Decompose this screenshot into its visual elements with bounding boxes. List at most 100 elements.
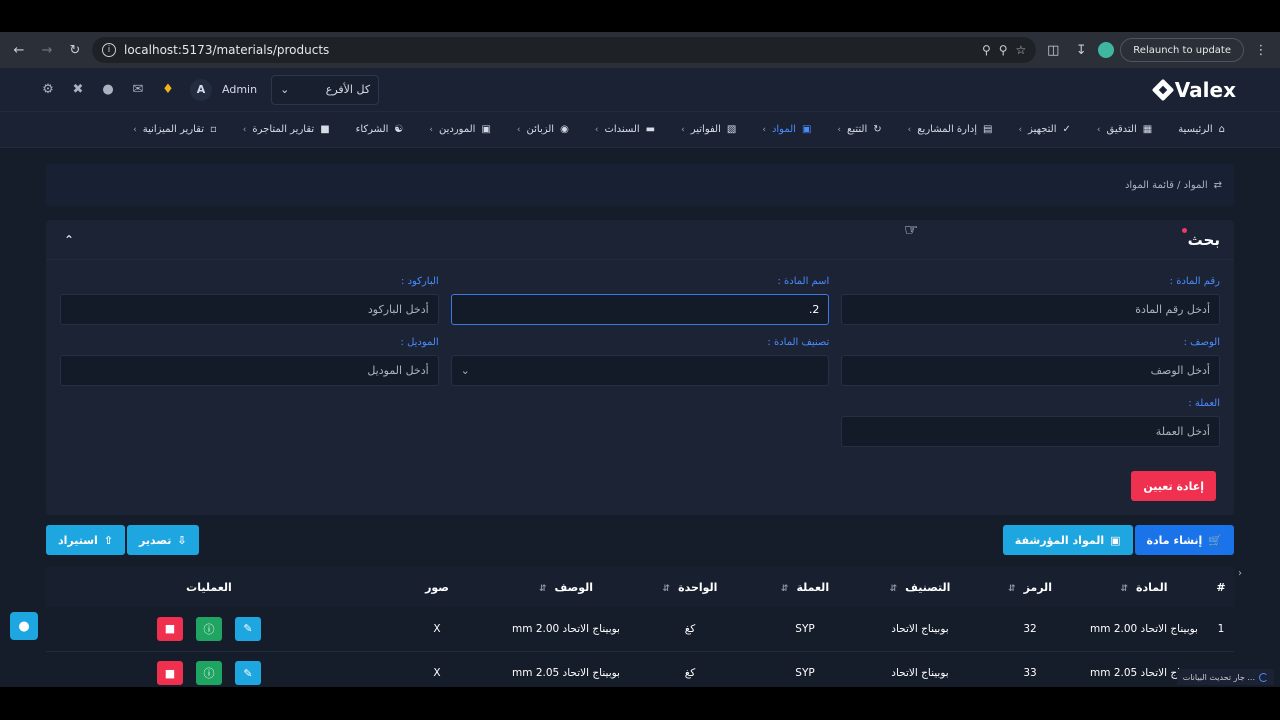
description-input[interactable]: أدخل الوصف (841, 355, 1220, 386)
relaunch-button[interactable]: Relaunch to update (1120, 38, 1244, 62)
nav-label: السندات (604, 124, 640, 135)
nav-item-invoices[interactable]: ▧ الفواتير ‹ (668, 124, 749, 135)
archived-label: المواد المؤرشفة (1014, 533, 1105, 547)
extensions-icon[interactable]: ◫ (1042, 43, 1064, 58)
avatar: A (190, 78, 212, 101)
nav-item-suppliers[interactable]: ▣ الموردين ‹ (416, 124, 504, 135)
reload-icon[interactable]: ↻ (64, 39, 86, 61)
nav-item-materials[interactable]: ▣ المواد ‹ (749, 124, 824, 135)
cell-description: بوبيناج الاتحاد 2.00 mm (502, 607, 630, 652)
row-actions: ■ ⓘ ✎ (157, 616, 261, 641)
nav-item-customers[interactable]: ◉ الزبائن ‹ (504, 124, 582, 135)
nav-item-partners[interactable]: ☯ الشركاء (343, 124, 417, 135)
export-button[interactable]: تصدير ⇩ (127, 525, 199, 555)
create-label: إنشاء مادة (1146, 533, 1203, 547)
search-card: ⌃ بحث رقم المادة : أدخل رقم المادة اسم ا… (46, 220, 1234, 515)
col-material[interactable]: المادة ⇵ (1080, 567, 1208, 607)
nav-label: التدقيق (1106, 124, 1137, 135)
field-model: الموديل : أدخل الموديل (60, 337, 439, 386)
col-code[interactable]: الرمز ⇵ (980, 567, 1080, 607)
mouse-cursor-icon: ☞ (904, 220, 919, 239)
nav-label: المواد (771, 124, 796, 135)
logo[interactable]: Valex (1151, 78, 1236, 102)
col-currency[interactable]: العملة ⇵ (750, 567, 860, 607)
details-button[interactable]: ⓘ (196, 616, 222, 641)
col-num: # (1208, 567, 1234, 607)
col-description[interactable]: الوصف ⇵ (502, 567, 630, 607)
search-form: رقم المادة : أدخل رقم المادة اسم المادة … (46, 260, 1234, 459)
sort-icon: ⇵ (780, 583, 789, 594)
invoices-icon: ▧ (726, 124, 737, 135)
reset-row: إعادة تعيين (46, 459, 1234, 515)
reset-button[interactable]: إعادة تعيين (1131, 471, 1216, 501)
edit-icon: ✎ (243, 666, 253, 680)
password-key-icon[interactable]: ⚲ (982, 43, 991, 57)
scroll-right-icon[interactable]: › (1238, 568, 1242, 579)
chevron-icon: ‹ (242, 124, 247, 135)
check-icon: ✓ (1062, 124, 1071, 135)
menu-kebab-icon[interactable]: ⋮ (1250, 43, 1272, 58)
create-material-button[interactable]: إنشاء مادة 🛒 (1134, 525, 1234, 555)
fullscreen-icon[interactable]: ✖ (70, 82, 86, 97)
status-toast: جار تحديث البيانات ... (1176, 669, 1274, 685)
nav-item-vouchers[interactable]: ▬ السندات ‹ (582, 124, 668, 135)
nav-item-budget-reports[interactable]: ▫ تقارير الميزانية ‹ (120, 124, 230, 135)
field-label: اسم المادة : (777, 276, 830, 287)
nav-item-prep[interactable]: ✓ التجهيز ‹ (1005, 124, 1083, 135)
user-menu[interactable]: A Admin (190, 78, 258, 101)
table-row[interactable]: 1 بوبيناج الاتحاد 2.00 mm 32 بوبيناج الا… (46, 607, 1234, 652)
archive-icon: ▣ (1110, 533, 1121, 547)
field-label: العملة : (1188, 398, 1220, 409)
nav-item-audit[interactable]: ▦ التدقيق ‹ (1084, 124, 1165, 135)
chevron-up-icon[interactable]: ⌃ (64, 233, 74, 247)
cell-currency: SYP (750, 651, 860, 687)
col-category[interactable]: التصنيف ⇵ (860, 567, 980, 607)
nav-item-trading-reports[interactable]: ■ تقارير المتاجرة ‹ (230, 124, 343, 135)
back-icon[interactable]: ← (8, 39, 30, 61)
chevron-icon: ‹ (907, 124, 912, 135)
profile-avatar-icon[interactable] (1098, 42, 1115, 58)
nav-item-projects[interactable]: ▤ إدارة المشاريع ‹ (895, 124, 1006, 135)
chevron-icon: ‹ (133, 124, 137, 135)
barcode-input[interactable]: أدخل الباركود (60, 294, 439, 325)
details-button[interactable]: ⓘ (196, 661, 222, 685)
branch-select[interactable]: ⌄ كل الأفرع (271, 74, 380, 105)
delete-button[interactable]: ■ (157, 616, 183, 641)
chat-icon[interactable]: ● (100, 82, 116, 97)
category-select[interactable]: ⌄ (450, 355, 830, 386)
logo-diamond-icon (1151, 78, 1175, 101)
zoom-icon[interactable]: ⚲ (999, 43, 1008, 57)
budget-reports-icon: ▫ (209, 124, 217, 135)
nav-label: الرئيسية (1178, 124, 1213, 135)
sort-icon: ⇵ (1008, 583, 1016, 594)
nav-item-tracking[interactable]: ↻ التتبع ‹ (824, 124, 894, 135)
table-row[interactable]: بوبيناج الاتحاد 2.05 mm 33 بوبيناج الاتح… (46, 651, 1234, 687)
import-button[interactable]: استيراد ⇧ (46, 525, 126, 555)
suppliers-icon: ▣ (481, 124, 491, 135)
download-icon[interactable]: ↧ (1070, 43, 1092, 58)
bell-icon[interactable]: ♦ (160, 82, 176, 97)
mail-icon[interactable]: ✉ (130, 82, 146, 97)
name-input[interactable]: 2. (450, 294, 830, 325)
breadcrumb: المواد / قائمة المواد ⇄ (46, 164, 1234, 206)
archived-button[interactable]: المواد المؤرشفة ▣ (1002, 525, 1133, 555)
edit-button[interactable]: ✎ (235, 616, 261, 641)
site-info-icon[interactable]: i (102, 43, 116, 57)
nav-item-home[interactable]: ⌂ الرئيسية (1165, 124, 1238, 135)
address-bar[interactable]: i localhost:5173/materials/products ⚲ ⚲ … (92, 37, 1037, 63)
forward-icon[interactable]: → (36, 39, 58, 61)
delete-button[interactable]: ■ (157, 661, 183, 685)
code-input[interactable]: أدخل رقم المادة (841, 294, 1220, 325)
model-input[interactable]: أدخل الموديل (60, 355, 439, 386)
vouchers-icon: ▬ (645, 124, 656, 135)
currency-input[interactable]: أدخل العملة (841, 416, 1220, 447)
col-unit[interactable]: الواحدة ⇵ (630, 567, 750, 607)
breadcrumb-text[interactable]: المواد / قائمة المواد (1125, 180, 1208, 191)
chat-bubble-icon[interactable]: ● (10, 612, 38, 640)
settings-icon[interactable]: ⚙ (40, 82, 56, 97)
bookmark-star-icon[interactable]: ☆ (1016, 43, 1027, 57)
edit-button[interactable]: ✎ (235, 661, 261, 685)
audit-icon: ▦ (1142, 124, 1153, 135)
user-name: Admin (222, 83, 258, 96)
nav-label: تقارير الميزانية (142, 124, 204, 135)
